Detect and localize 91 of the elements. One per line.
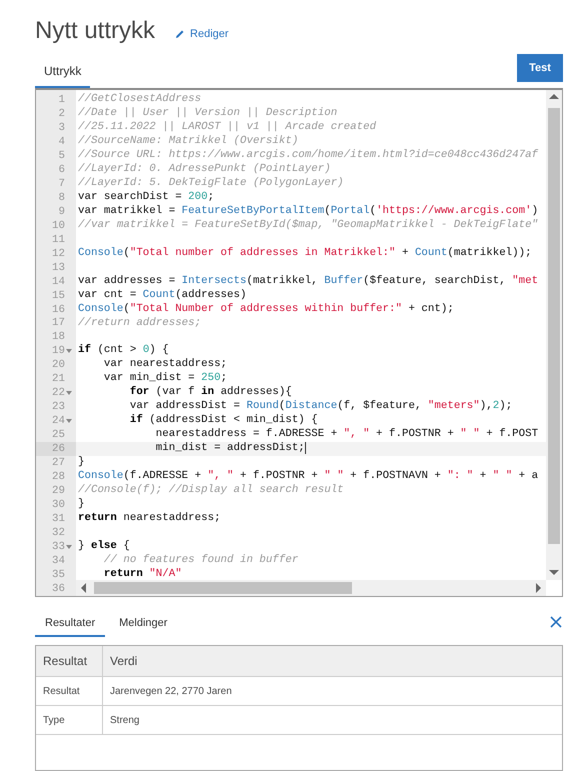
line-number: 16: [52, 304, 65, 316]
code-line: var addressDist = Round(Distance(f, $feature, "meters"),2);: [128, 400, 512, 414]
line-number: 31: [52, 513, 65, 526]
line-number: 26: [52, 443, 65, 456]
line-number: 1: [58, 94, 65, 106]
code-line: //return addresses;: [77, 316, 202, 330]
code-line: return "N/A": [102, 568, 182, 582]
close-icon: [549, 615, 563, 629]
code-line: //GetClosestAddress: [77, 93, 202, 107]
code-line: Console("Total number of addresses in Matrikkel:" + Count(matrikkel));: [77, 246, 532, 261]
line-number: 10: [52, 220, 65, 232]
code-line: //LayerId: 0. AdressePunkt (PointLayer): [77, 162, 331, 177]
scrollbar-thumb[interactable]: [548, 108, 560, 544]
line-number: 8: [58, 192, 65, 204]
code-line: }: [77, 456, 84, 470]
line-number: 22: [52, 387, 65, 400]
close-button[interactable]: [549, 615, 563, 629]
code-line: }: [77, 498, 84, 512]
line-number: 18: [52, 331, 65, 344]
code-line: if (addressDist < min_dist) {: [128, 414, 318, 428]
code-line: //Date || User || Version || Description: [77, 106, 338, 121]
line-number: 35: [52, 568, 65, 581]
code-line: var addresses = Intersects(matrikkel, Buffer($feature, searchDist, "met: [77, 274, 538, 289]
line-number: 9: [58, 206, 65, 218]
code-line: for (var f in addresses){: [128, 386, 292, 400]
table-cell: Resultat: [36, 677, 103, 705]
line-number: 34: [52, 554, 65, 567]
code-line: // no features found in buffer: [102, 554, 298, 568]
code-line: //25.11.2022 || LAROST || v1 || Arcade created: [77, 120, 376, 135]
code-line: var nearestaddress;: [102, 358, 228, 372]
line-number: 27: [52, 457, 65, 470]
table-cell: Type: [36, 706, 103, 734]
code-line: //Console(f); //Display all search result: [77, 484, 344, 498]
code-line: //LayerId: 5. DekTeigFlate (PolygonLayer): [77, 176, 344, 191]
code-editor[interactable]: [35, 88, 563, 597]
line-number: 29: [52, 485, 65, 498]
line-number: 19: [52, 345, 65, 358]
code-line: var searchDist = 200;: [77, 190, 214, 205]
scrollbar-thumb[interactable]: [94, 582, 352, 594]
line-number: 5: [58, 150, 65, 162]
code-line: nearestaddress = f.ADRESSE + ", " + f.POSTNR + " " + f.POST: [154, 428, 538, 442]
pencil-icon: [175, 29, 186, 39]
line-number: 4: [58, 136, 65, 148]
line-number: 14: [52, 276, 65, 288]
result-tab[interactable]: Resultater: [35, 611, 106, 637]
line-number: 3: [58, 122, 65, 134]
fold-arrow-icon[interactable]: [66, 349, 72, 354]
line-number: 11: [52, 234, 65, 246]
fold-arrow-icon[interactable]: [66, 544, 72, 549]
code-line: Console("Total Number of addresses within buffer:" + cnt);: [77, 302, 454, 316]
line-number: 21: [52, 373, 65, 386]
column-header: Verdi: [109, 653, 138, 670]
fold-arrow-icon[interactable]: [66, 419, 72, 424]
text-cursor: [304, 442, 306, 454]
line-number: 28: [52, 471, 65, 484]
code-line: if (cnt > 0) {: [77, 344, 169, 358]
line-number: 13: [52, 262, 65, 274]
line-number: 7: [58, 178, 65, 190]
code-line: //var matrikkel = FeatureSetById($map, "GeomapMatrikkel - DekTeigFlate": [77, 218, 538, 233]
code-line: //Source URL: https://www.arcgis.com/home/item.html?id=ce048cc436d247af: [77, 148, 538, 163]
line-number: 32: [52, 527, 65, 540]
code-line: //SourceName: Matrikkel (Oversikt): [77, 134, 298, 149]
result-tab[interactable]: Meldinger: [109, 611, 178, 637]
test-button[interactable]: Test: [517, 54, 563, 82]
page-title: Nytt uttrykk: [35, 17, 156, 45]
vertical-scrollbar[interactable]: [546, 90, 562, 580]
fold-arrow-icon[interactable]: [66, 391, 72, 396]
table-cell-text: Streng: [109, 714, 140, 728]
code-line: Console(f.ADRESSE + ", " + f.POSTNR + " " + f.POSTNAVN + ": " + " " + a: [77, 470, 538, 484]
edit-link[interactable]: Rediger: [175, 28, 229, 40]
line-number: 6: [58, 164, 65, 176]
line-number: 24: [52, 415, 65, 428]
line-number: 17: [52, 317, 65, 330]
line-number: 36: [52, 582, 65, 595]
line-number: 20: [52, 359, 65, 372]
horizontal-scrollbar[interactable]: [76, 580, 546, 596]
code-line: min_dist = addressDist;: [154, 442, 305, 456]
code-line: var matrikkel = FeatureSetByPortalItem(Portal('https://www.arcgis.com'): [77, 204, 538, 219]
line-number: 33: [52, 540, 65, 553]
line-number: 12: [52, 248, 65, 260]
column-header: Resultat: [36, 646, 103, 676]
code-line: return nearestaddress;: [77, 512, 221, 526]
line-number: 15: [52, 290, 65, 302]
line-number: 25: [52, 429, 65, 442]
code-line: var cnt = Count(addresses): [77, 288, 246, 303]
line-number: 30: [52, 499, 65, 512]
line-number: 23: [52, 401, 65, 414]
code-line: } else {: [77, 540, 130, 554]
table-cell-text: Jarenvegen 22, 2770 Jaren: [109, 684, 233, 698]
code-line: var min_dist = 250;: [102, 372, 228, 386]
line-number: 2: [58, 108, 65, 120]
